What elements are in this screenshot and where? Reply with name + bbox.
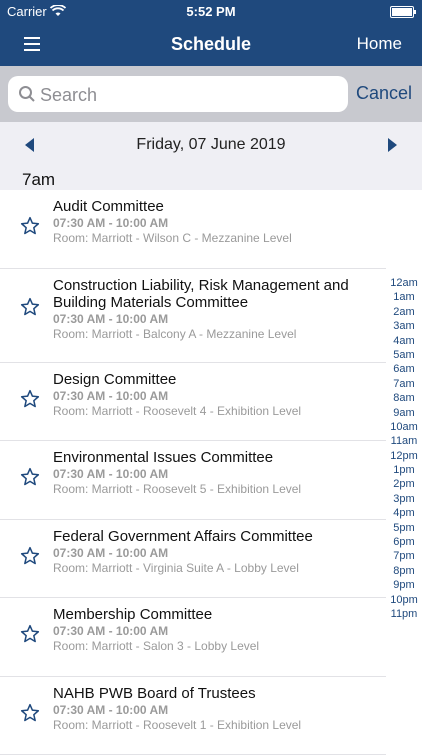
event-name: Construction Liability, Risk Management …	[53, 277, 373, 311]
star-icon[interactable]	[20, 297, 40, 317]
hour-index-item[interactable]: 11pm	[386, 607, 422, 621]
hour-label: 7am	[22, 170, 55, 190]
list-item[interactable]: NAHB PWB Board of Trustees 07:30 AM - 10…	[0, 677, 386, 755]
hour-index-item[interactable]: 10am	[386, 420, 422, 434]
star-icon[interactable]	[20, 624, 40, 644]
event-name: Membership Committee	[53, 606, 373, 623]
event-room: Room: Marriott - Roosevelt 5 - Exhibitio…	[53, 482, 373, 497]
hour-index-item[interactable]: 4pm	[386, 506, 422, 520]
hour-index-item[interactable]: 2am	[386, 305, 422, 319]
search-input[interactable]	[38, 76, 342, 114]
hour-index-item[interactable]: 3pm	[386, 492, 422, 506]
hour-index-item[interactable]: 12am	[386, 276, 422, 290]
event-room: Room: Marriott - Salon 3 - Lobby Level	[53, 639, 373, 654]
hour-index-item[interactable]: 5pm	[386, 521, 422, 535]
list-item[interactable]: Construction Liability, Risk Management …	[0, 269, 386, 363]
event-time: 07:30 AM - 10:00 AM	[53, 703, 373, 718]
hour-index-item[interactable]: 8am	[386, 391, 422, 405]
event-room: Room: Marriott - Wilson C - Mezzanine Le…	[53, 231, 373, 246]
hour-index-item[interactable]: 6pm	[386, 535, 422, 549]
hour-index-item[interactable]: 9am	[386, 406, 422, 420]
event-room: Room: Marriott - Roosevelt 4 - Exhibitio…	[53, 404, 373, 419]
hour-index-item[interactable]: 6am	[386, 362, 422, 376]
list-item[interactable]: Audit Committee 07:30 AM - 10:00 AM Room…	[0, 190, 386, 269]
status-time: 5:52 PM	[0, 4, 422, 19]
event-time: 07:30 AM - 10:00 AM	[53, 467, 373, 482]
star-icon[interactable]	[20, 546, 40, 566]
hour-index-item[interactable]: 4am	[386, 334, 422, 348]
date-selector: Friday, 07 June 2019	[0, 122, 422, 168]
hour-index-item[interactable]: 8pm	[386, 564, 422, 578]
event-time: 07:30 AM - 10:00 AM	[53, 624, 373, 639]
hour-index-item[interactable]: 12pm	[386, 449, 422, 463]
home-button[interactable]: Home	[357, 34, 402, 54]
hour-index-item[interactable]: 11am	[386, 434, 422, 448]
search-box[interactable]	[8, 76, 348, 112]
event-time: 07:30 AM - 10:00 AM	[53, 546, 373, 561]
hour-index-item[interactable]: 7am	[386, 377, 422, 391]
hour-index-item[interactable]: 10pm	[386, 593, 422, 607]
event-room: Room: Marriott - Roosevelt 1 - Exhibitio…	[53, 718, 373, 733]
battery-icon	[390, 6, 414, 18]
hour-index[interactable]: 12am 1am 2am 3am 4am 5am 6am 7am 8am 9am…	[386, 276, 422, 621]
star-icon[interactable]	[20, 389, 40, 409]
event-time: 07:30 AM - 10:00 AM	[53, 389, 373, 404]
list-item[interactable]: Design Committee 07:30 AM - 10:00 AM Roo…	[0, 363, 386, 442]
hour-index-item[interactable]: 2pm	[386, 477, 422, 491]
hour-section-header: 7am	[0, 168, 422, 190]
hour-index-item[interactable]: 7pm	[386, 549, 422, 563]
hour-index-item[interactable]: 1pm	[386, 463, 422, 477]
event-name: Federal Government Affairs Committee	[53, 528, 373, 545]
current-date: Friday, 07 June 2019	[0, 136, 422, 154]
event-time: 07:30 AM - 10:00 AM	[53, 216, 373, 231]
list-item[interactable]: Federal Government Affairs Committee 07:…	[0, 520, 386, 599]
search-icon	[18, 85, 36, 103]
event-name: Audit Committee	[53, 198, 373, 215]
status-bar: Carrier 5:52 PM	[0, 0, 422, 22]
event-time: 07:30 AM - 10:00 AM	[53, 312, 373, 327]
list-item[interactable]: Environmental Issues Committee 07:30 AM …	[0, 441, 386, 520]
next-day-icon[interactable]	[388, 138, 397, 152]
star-icon[interactable]	[20, 216, 40, 236]
event-room: Room: Marriott - Virginia Suite A - Lobb…	[53, 561, 373, 576]
navigation-bar: Schedule Home	[0, 22, 422, 66]
star-icon[interactable]	[20, 703, 40, 723]
event-name: Environmental Issues Committee	[53, 449, 373, 466]
hour-index-item[interactable]: 9pm	[386, 578, 422, 592]
event-list: Audit Committee 07:30 AM - 10:00 AM Room…	[0, 190, 386, 755]
event-name: NAHB PWB Board of Trustees	[53, 685, 373, 702]
hour-index-item[interactable]: 5am	[386, 348, 422, 362]
hour-index-item[interactable]: 1am	[386, 290, 422, 304]
hour-index-item[interactable]: 3am	[386, 319, 422, 333]
cancel-button[interactable]: Cancel	[356, 83, 412, 104]
list-item[interactable]: Membership Committee 07:30 AM - 10:00 AM…	[0, 598, 386, 677]
event-room: Room: Marriott - Balcony A - Mezzanine L…	[53, 327, 373, 342]
event-name: Design Committee	[53, 371, 373, 388]
star-icon[interactable]	[20, 467, 40, 487]
search-bar: Cancel	[0, 66, 422, 122]
